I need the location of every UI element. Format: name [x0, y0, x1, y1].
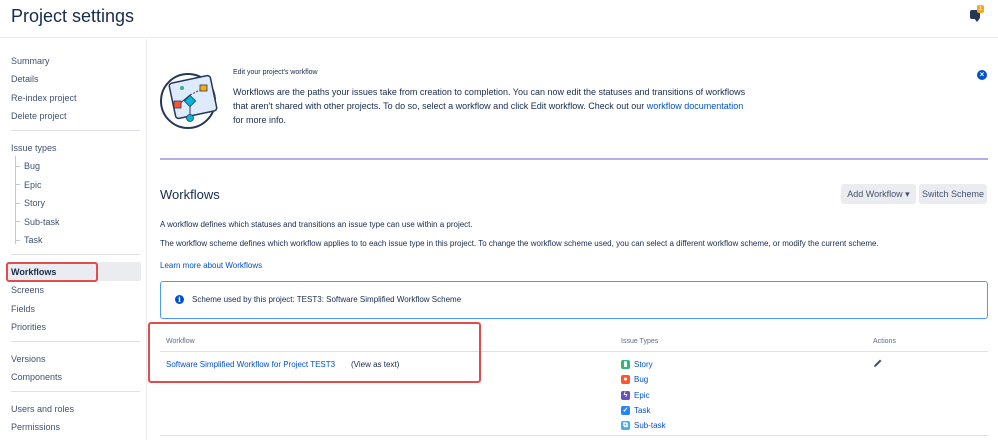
learn-more-link[interactable]: Learn more about Workflows [160, 261, 262, 270]
divider [11, 130, 140, 131]
epic-icon: ϟ [621, 391, 630, 400]
notification-badge: 1 [977, 5, 984, 13]
divider [11, 254, 140, 255]
bug-icon: ● [621, 375, 630, 384]
tree-line [15, 156, 16, 244]
workflow-description: A workflow defines which statuses and tr… [160, 220, 473, 229]
workflow-scheme-description: The workflow scheme defines which workfl… [160, 239, 879, 248]
sidebar-item-users-roles[interactable]: Users and roles [11, 404, 74, 414]
switch-scheme-button[interactable]: Switch Scheme [919, 184, 987, 204]
annotation-highlight-workflows [6, 262, 98, 282]
workflow-illustration-icon [160, 73, 218, 129]
page-header: Project settings 1 [0, 0, 998, 38]
add-workflow-button[interactable]: Add Workflow ▾ [841, 184, 916, 204]
story-icon: ▮ [621, 360, 630, 369]
column-header-issue-types: Issue Types [621, 338, 659, 345]
intro-divider [160, 158, 988, 160]
sidebar-item-reindex[interactable]: Re-index project [11, 93, 77, 103]
table-row-divider [160, 435, 988, 436]
edit-pencil-icon[interactable] [873, 358, 883, 368]
scheme-info-text: Scheme used by this project: TEST3: Soft… [192, 295, 462, 304]
sidebar-item-bug[interactable]: Bug [24, 161, 40, 171]
close-icon[interactable]: × [977, 70, 987, 80]
scheme-info-panel: i Scheme used by this project: TEST3: So… [160, 281, 988, 319]
sidebar-item-task[interactable]: Task [24, 235, 43, 245]
subtask-icon: ⧉ [621, 421, 630, 430]
sidebar-item-summary[interactable]: Summary [11, 56, 50, 66]
chevron-down-icon: ▾ [905, 189, 910, 199]
sidebar-item-subtask[interactable]: Sub-task [24, 217, 60, 227]
intro-heading: Edit your project's workflow [233, 69, 318, 76]
intro-text: Workflows are the paths your issues take… [233, 87, 746, 125]
sidebar-item-delete-project[interactable]: Delete project [11, 111, 67, 121]
column-header-actions: Actions [873, 338, 896, 345]
sidebar-item-permissions[interactable]: Permissions [11, 422, 60, 432]
sidebar-item-versions[interactable]: Versions [11, 354, 46, 364]
section-title: Workflows [160, 187, 220, 202]
sidebar-item-priorities[interactable]: Priorities [11, 322, 46, 332]
workflow-documentation-link[interactable]: workflow documentation [647, 101, 744, 111]
feedback-icon[interactable]: 1 [970, 5, 984, 22]
divider [11, 341, 140, 342]
task-icon: ✓ [621, 406, 630, 415]
sidebar-item-screens[interactable]: Screens [11, 285, 44, 295]
divider [11, 391, 140, 392]
sidebar-item-fields[interactable]: Fields [11, 304, 35, 314]
page-title: Project settings [11, 6, 135, 26]
sidebar-item-details[interactable]: Details [11, 74, 39, 84]
sidebar-item-epic[interactable]: Epic [24, 180, 42, 190]
sidebar-item-story[interactable]: Story [24, 198, 45, 208]
info-icon: i [175, 295, 184, 304]
sidebar-item-components[interactable]: Components [11, 372, 62, 382]
sidebar-item-issue-types[interactable]: Issue types [11, 143, 57, 153]
annotation-highlight-workflow-row [148, 322, 481, 383]
